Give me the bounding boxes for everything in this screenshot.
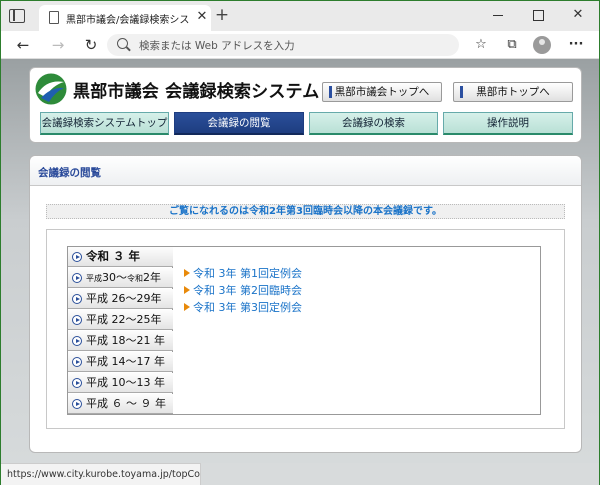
site-title: 黒部市議会 会議録検索システム <box>73 82 320 102</box>
back-icon[interactable]: ← <box>13 36 33 54</box>
play-circle-icon <box>72 252 82 262</box>
triangle-bullet-icon <box>184 303 190 311</box>
era-item-heisei-18-21[interactable]: 平成 18～21 年 <box>68 331 173 351</box>
play-circle-icon <box>72 315 82 325</box>
address-bar[interactable]: 検索または Web アドレスを入力 <box>107 34 459 56</box>
play-circle-icon <box>72 357 82 367</box>
play-circle-icon <box>72 378 82 388</box>
meeting-label: 令和 3年 第1回定例会 <box>193 267 302 280</box>
era-item-reiwa-3[interactable]: 令和 ３ 年 <box>68 247 173 267</box>
era-item-heisei-10-13[interactable]: 平成 10～13 年 <box>68 373 173 393</box>
tab-help[interactable]: 操作説明 <box>443 112 573 135</box>
era-label-small2: 令和 <box>127 274 143 283</box>
new-tab-icon[interactable]: + <box>214 6 230 24</box>
meeting-label: 令和 3年 第2回臨時会 <box>193 284 302 297</box>
notice-text: ご覧になれるのは令和2年第3回臨時会以降の本会議録です。 <box>46 204 565 219</box>
era-label: 平成 26～29年 <box>86 292 162 305</box>
reload-icon[interactable]: ↻ <box>81 36 101 54</box>
address-placeholder: 検索または Web アドレスを入力 <box>139 40 295 52</box>
tab-strip: 黒部市議会/会議録検索システム ✕ + ✕ <box>1 1 599 31</box>
tab-search-system-top[interactable]: 会議録検索システムトップ <box>40 112 169 135</box>
meeting-label: 令和 3年 第3回定例会 <box>193 301 302 314</box>
kurobe-logo-icon <box>35 73 67 105</box>
section-header: 会議録の閲覧 <box>30 156 581 186</box>
tab-actions-icon[interactable] <box>9 9 25 23</box>
era-item-heisei-6-9[interactable]: 平成 ６ ～ ９ 年 <box>68 394 173 414</box>
more-icon[interactable]: ··· <box>566 36 586 54</box>
era-label: 平成30～令和2年 <box>86 268 161 288</box>
site-header: 黒部市議会 会議録検索システム 黒部市議会トップへ 黒部市トップへ 会議録検索シ… <box>29 67 582 143</box>
era-list: 令和 ３ 年 平成30～令和2年 平成 26～29年 平成 22～25年 平成 … <box>68 247 173 414</box>
minutes-list-frame: 令和 ３ 年 平成30～令和2年 平成 26～29年 平成 22～25年 平成 … <box>46 229 565 429</box>
era-item-heisei-22-25[interactable]: 平成 22～25年 <box>68 310 173 330</box>
favorites-icon[interactable]: ☆ <box>471 36 491 54</box>
link-bar-icon <box>329 86 332 98</box>
close-tab-icon[interactable]: ✕ <box>196 9 208 25</box>
content-panel: 会議録の閲覧 ご覧になれるのは令和2年第3回臨時会以降の本会議録です。 令和 ３… <box>29 155 582 453</box>
play-circle-icon <box>72 399 82 409</box>
era-label: 令和 ３ 年 <box>86 249 141 263</box>
browser-tab[interactable]: 黒部市議会/会議録検索システム ✕ <box>39 5 211 31</box>
triangle-bullet-icon <box>184 269 190 277</box>
forward-icon[interactable]: → <box>48 36 68 54</box>
era-label-end: 2年 <box>143 271 161 284</box>
era-item-heisei-26-29[interactable]: 平成 26～29年 <box>68 289 173 309</box>
city-top-label: 黒部市トップへ <box>476 86 550 98</box>
profile-avatar[interactable] <box>533 36 551 54</box>
minutes-list: 令和 ３ 年 平成30～令和2年 平成 26～29年 平成 22～25年 平成 … <box>67 246 541 415</box>
page-viewport: 黒部市議会 会議録検索システム 黒部市議会トップへ 黒部市トップへ 会議録検索シ… <box>1 59 599 463</box>
era-item-heisei30-reiwa2[interactable]: 平成30～令和2年 <box>68 268 173 288</box>
page-icon <box>49 11 59 24</box>
play-circle-icon <box>72 294 82 304</box>
collections-icon[interactable]: ⧉ <box>502 36 522 54</box>
search-icon <box>117 38 128 49</box>
status-bar-url: https://www.city.kurobe.toyama.jp/topCou… <box>1 463 201 485</box>
era-label: 平成 22～25年 <box>86 313 162 326</box>
play-circle-icon <box>72 336 82 346</box>
meeting-link-1[interactable]: 令和 3年 第1回定例会 <box>184 266 302 282</box>
era-item-heisei-14-17[interactable]: 平成 14～17 年 <box>68 352 173 372</box>
era-label: 平成 10～13 年 <box>86 376 165 389</box>
browser-toolbar: ← → ↻ 検索または Web アドレスを入力 ☆ ⧉ ··· <box>1 31 599 59</box>
page-bottom <box>201 463 599 485</box>
era-label: 平成 18～21 年 <box>86 334 165 347</box>
maximize-icon[interactable] <box>528 6 548 24</box>
meeting-link-2[interactable]: 令和 3年 第2回臨時会 <box>184 283 302 299</box>
era-label: 平成 14～17 年 <box>86 355 165 368</box>
play-circle-icon <box>72 273 82 283</box>
meeting-link-3[interactable]: 令和 3年 第3回定例会 <box>184 300 302 316</box>
minimize-icon[interactable] <box>488 6 508 24</box>
triangle-bullet-icon <box>184 286 190 294</box>
browser-window: 黒部市議会/会議録検索システム ✕ + ✕ ← → ↻ 検索または Web アド… <box>0 0 600 485</box>
era-label-small: 平成 <box>86 274 102 283</box>
tab-title: 黒部市議会/会議録検索システム <box>66 15 190 26</box>
era-label-mid: 30～ <box>102 271 127 284</box>
section-title: 会議録の閲覧 <box>38 167 101 179</box>
council-top-label: 黒部市議会トップへ <box>334 86 430 98</box>
era-label: 平成 ６ ～ ９ 年 <box>86 397 166 410</box>
tab-search-minutes[interactable]: 会議録の検索 <box>309 112 438 135</box>
tab-browse-minutes[interactable]: 会議録の閲覧 <box>174 112 304 135</box>
city-top-link-button[interactable]: 黒部市トップへ <box>453 82 573 102</box>
window-close-icon[interactable]: ✕ <box>568 6 588 24</box>
council-top-link-button[interactable]: 黒部市議会トップへ <box>322 82 442 102</box>
link-bar-icon <box>460 86 463 98</box>
